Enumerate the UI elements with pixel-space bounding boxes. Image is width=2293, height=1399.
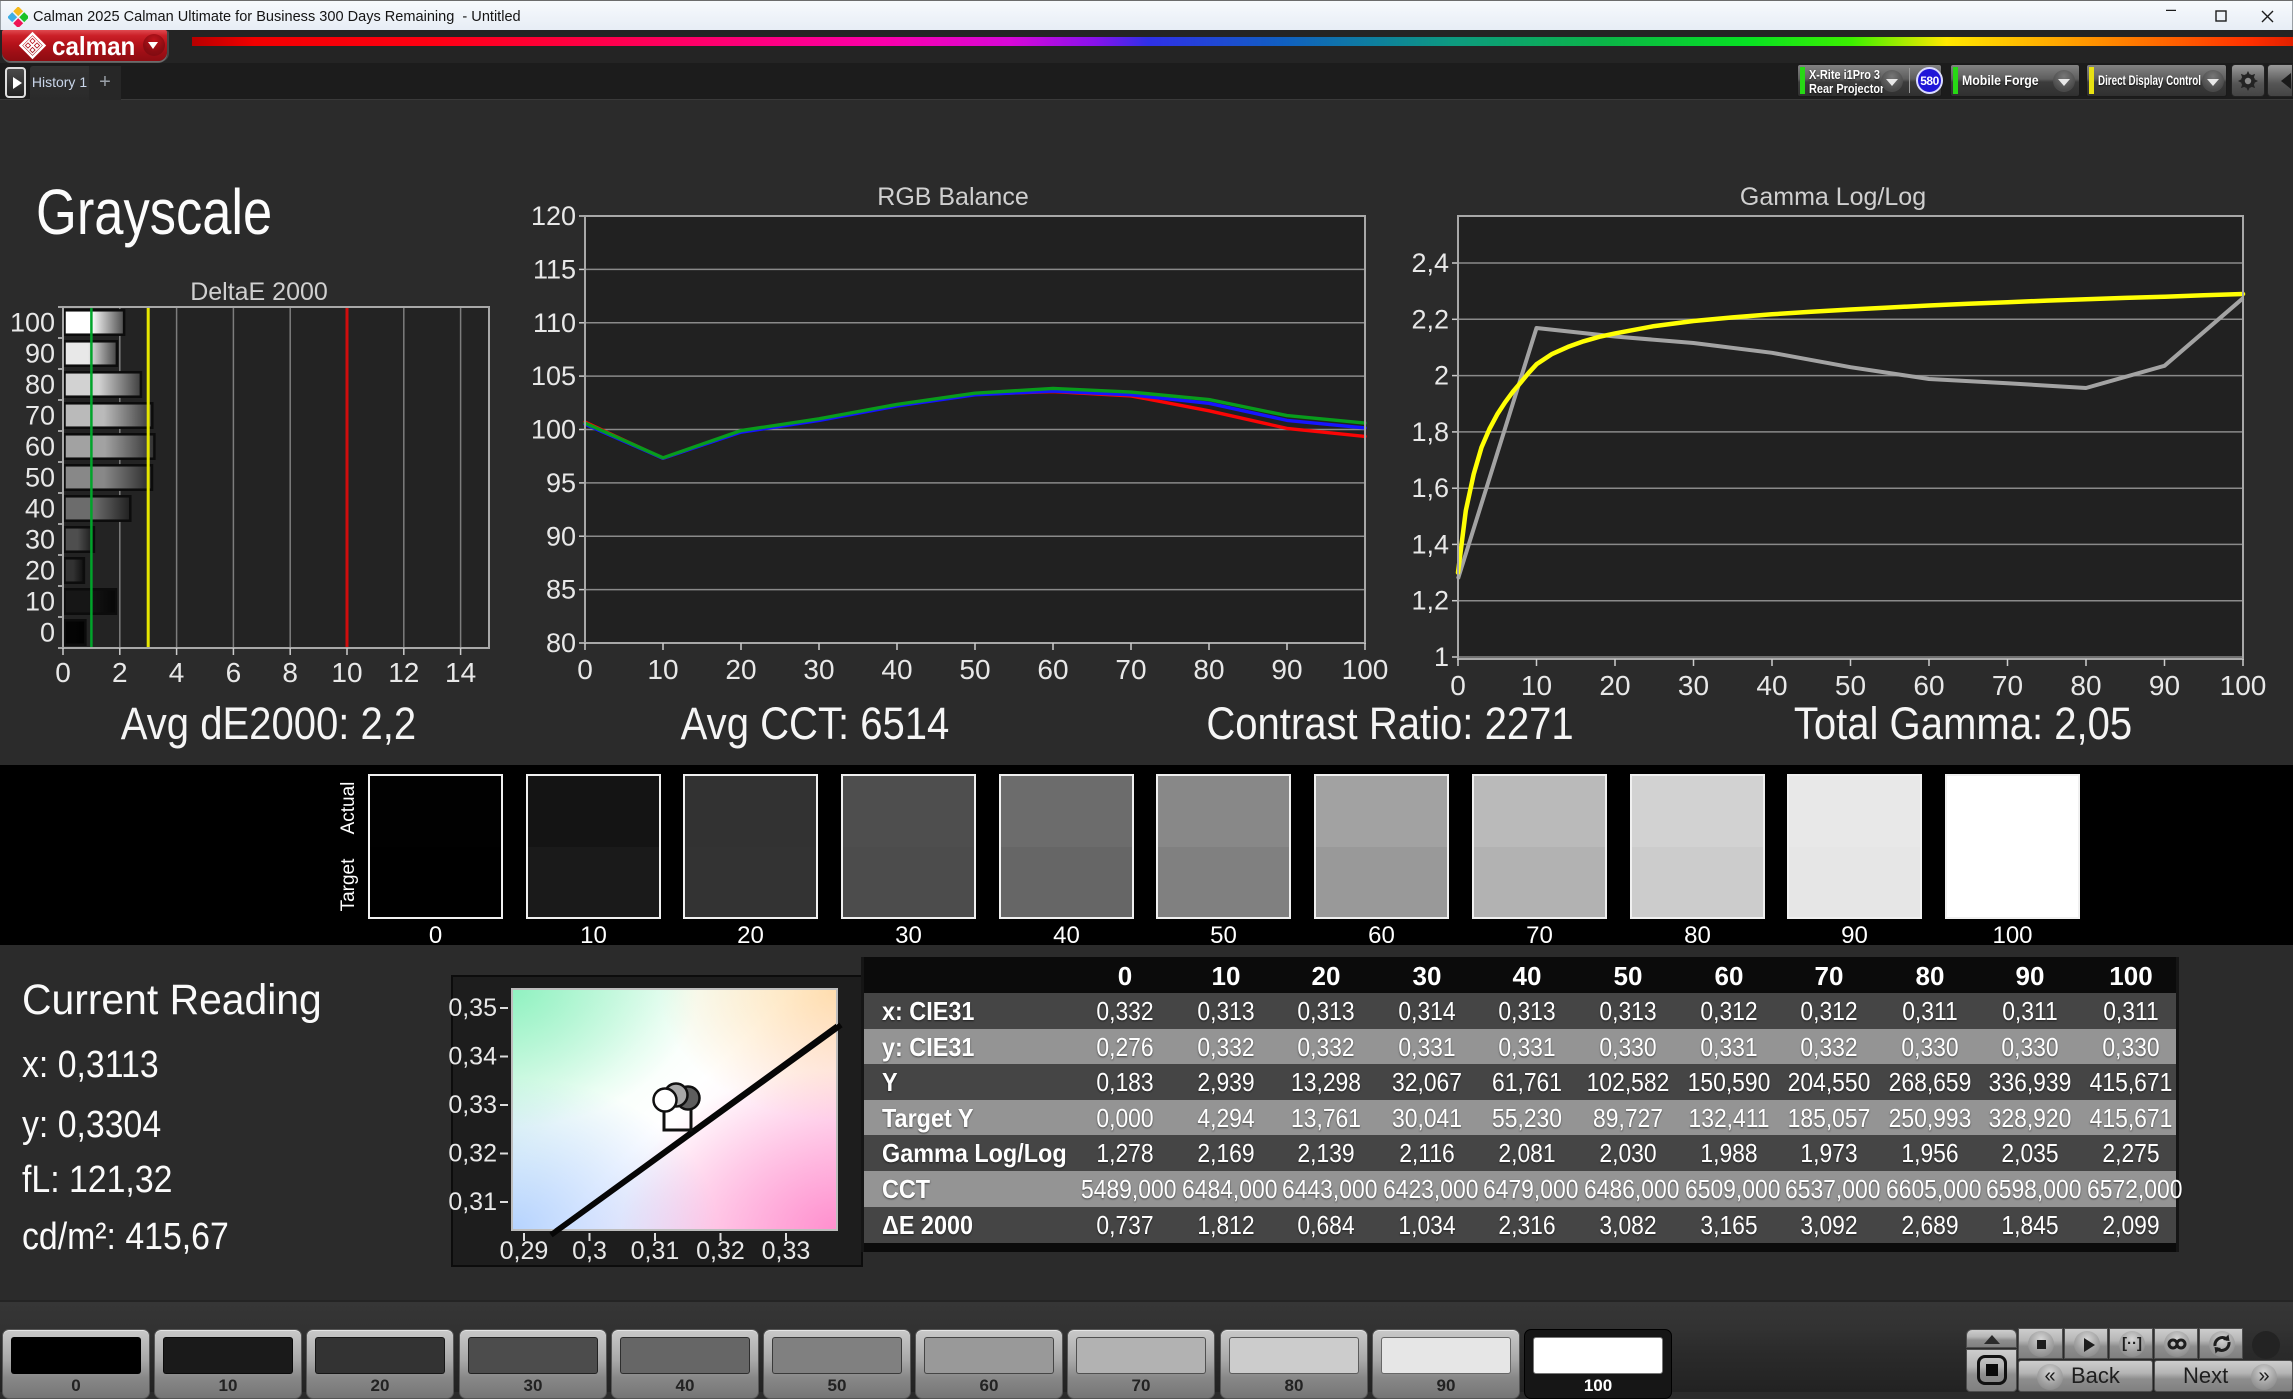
svg-text:0,34: 0,34 — [448, 1043, 497, 1071]
svg-text:105: 105 — [531, 361, 576, 391]
svg-text:1,2: 1,2 — [1411, 586, 1449, 616]
svg-text:DeltaE 2000: DeltaE 2000 — [190, 278, 328, 306]
svg-text:6: 6 — [226, 657, 242, 688]
svg-text:40: 40 — [1756, 670, 1787, 701]
svg-text:50: 50 — [25, 463, 55, 493]
svg-text:10: 10 — [331, 657, 362, 688]
svg-text:20: 20 — [725, 654, 756, 685]
svg-text:1,6: 1,6 — [1411, 473, 1449, 503]
svg-text:0,3: 0,3 — [572, 1237, 607, 1265]
svg-text:110: 110 — [533, 308, 576, 338]
svg-text:0: 0 — [577, 654, 593, 685]
svg-text:0,33: 0,33 — [448, 1091, 497, 1119]
svg-text:0,31: 0,31 — [448, 1188, 497, 1216]
svg-text:80: 80 — [25, 370, 55, 400]
svg-text:90: 90 — [25, 339, 55, 369]
svg-text:60: 60 — [1037, 654, 1068, 685]
svg-text:4: 4 — [169, 657, 185, 688]
svg-text:80: 80 — [1193, 654, 1224, 685]
svg-text:85: 85 — [546, 575, 576, 605]
svg-text:30: 30 — [25, 525, 55, 555]
svg-text:0: 0 — [40, 618, 55, 648]
svg-text:0,32: 0,32 — [696, 1237, 745, 1265]
svg-text:60: 60 — [25, 432, 55, 462]
svg-text:50: 50 — [959, 654, 990, 685]
svg-text:70: 70 — [1992, 670, 2023, 701]
svg-text:90: 90 — [1271, 654, 1302, 685]
svg-text:20: 20 — [25, 556, 55, 586]
svg-text:1,8: 1,8 — [1411, 417, 1449, 447]
svg-text:0,31: 0,31 — [631, 1237, 680, 1265]
svg-text:100: 100 — [1342, 654, 1389, 685]
svg-text:40: 40 — [881, 654, 912, 685]
svg-text:80: 80 — [546, 628, 576, 658]
svg-text:60: 60 — [1913, 670, 1944, 701]
svg-text:0: 0 — [1450, 670, 1466, 701]
svg-text:0,33: 0,33 — [762, 1237, 811, 1265]
svg-text:2,4: 2,4 — [1411, 248, 1449, 278]
svg-text:12: 12 — [388, 657, 419, 688]
svg-text:90: 90 — [546, 521, 576, 551]
svg-text:30: 30 — [803, 654, 834, 685]
svg-text:10: 10 — [647, 654, 678, 685]
svg-text:0,32: 0,32 — [448, 1140, 497, 1168]
svg-text:2: 2 — [112, 657, 128, 688]
svg-text:Gamma Log/Log: Gamma Log/Log — [1740, 183, 1926, 211]
svg-text:1,4: 1,4 — [1411, 529, 1449, 559]
svg-text:2: 2 — [1434, 361, 1449, 391]
svg-text:80: 80 — [2070, 670, 2101, 701]
svg-text:70: 70 — [25, 401, 55, 431]
svg-text:40: 40 — [25, 494, 55, 524]
svg-text:115: 115 — [533, 254, 576, 284]
svg-text:8: 8 — [282, 657, 298, 688]
svg-text:100: 100 — [10, 308, 55, 338]
svg-text:0: 0 — [55, 657, 71, 688]
svg-text:10: 10 — [1521, 670, 1552, 701]
svg-text:90: 90 — [2149, 670, 2180, 701]
svg-text:70: 70 — [1115, 654, 1146, 685]
svg-text:0,29: 0,29 — [500, 1237, 549, 1265]
svg-text:95: 95 — [546, 468, 576, 498]
svg-text:1: 1 — [1434, 642, 1449, 672]
svg-text:0,35: 0,35 — [448, 994, 497, 1022]
svg-text:14: 14 — [445, 657, 476, 688]
svg-text:100: 100 — [2220, 670, 2267, 701]
svg-text:20: 20 — [1599, 670, 1630, 701]
svg-text:2,2: 2,2 — [1411, 304, 1449, 334]
svg-text:50: 50 — [1835, 670, 1866, 701]
svg-text:RGB Balance: RGB Balance — [877, 183, 1028, 211]
svg-text:30: 30 — [1678, 670, 1709, 701]
svg-text:10: 10 — [25, 587, 55, 617]
svg-text:100: 100 — [531, 415, 576, 445]
svg-text:120: 120 — [531, 201, 576, 231]
